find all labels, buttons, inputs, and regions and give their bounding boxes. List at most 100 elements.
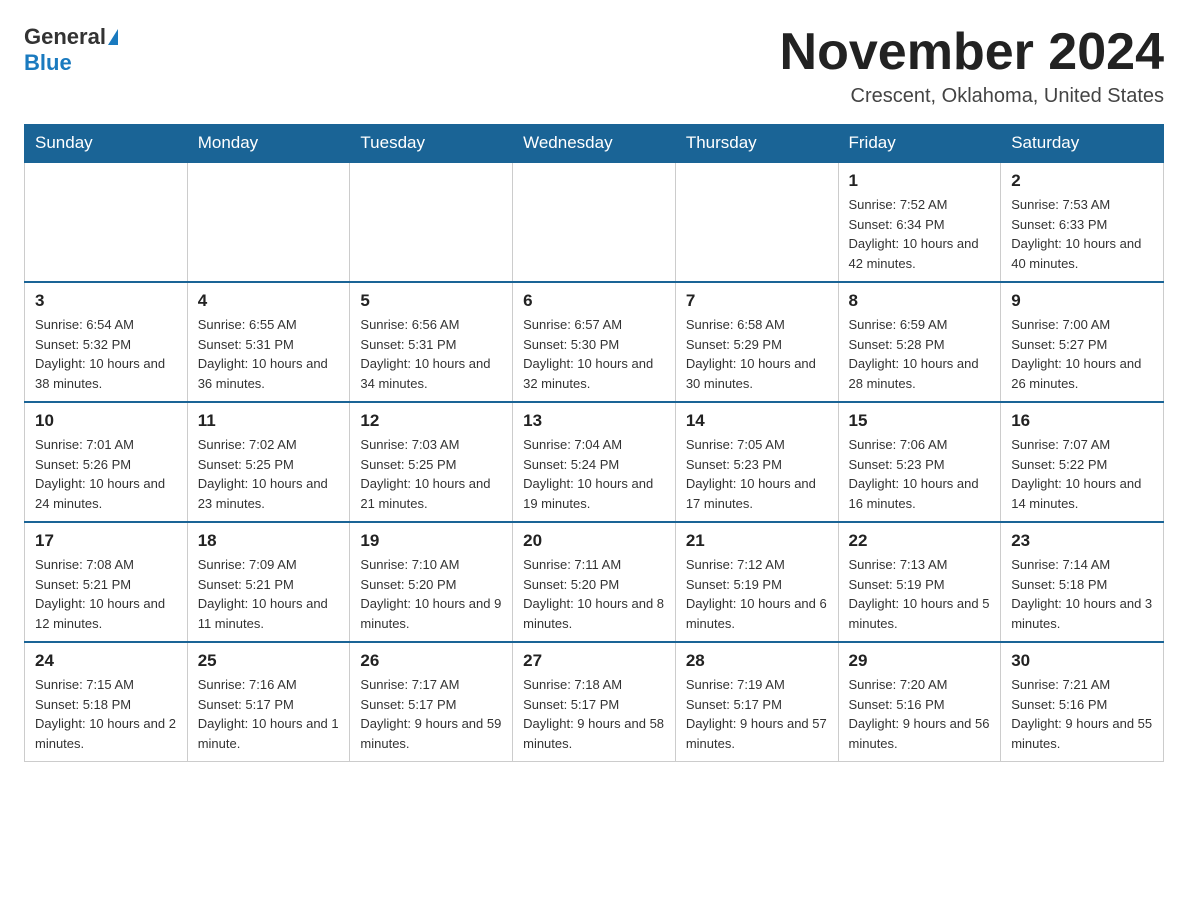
calendar-cell-30: 30 Sunrise: 7:21 AMSunset: 5:16 PMDayligh… <box>1001 642 1164 762</box>
day-number: 9 <box>1011 291 1153 311</box>
day-number: 11 <box>198 411 340 431</box>
day-info: Sunrise: 7:16 AMSunset: 5:17 PMDaylight:… <box>198 675 340 753</box>
week-row-4: 17 Sunrise: 7:08 AMSunset: 5:21 PMDayligh… <box>25 522 1164 642</box>
day-info: Sunrise: 7:20 AMSunset: 5:16 PMDaylight:… <box>849 675 991 753</box>
day-info: Sunrise: 7:18 AMSunset: 5:17 PMDaylight:… <box>523 675 665 753</box>
calendar-cell-1: 1 Sunrise: 7:52 AMSunset: 6:34 PMDaylight… <box>838 162 1001 282</box>
day-number: 2 <box>1011 171 1153 191</box>
day-info: Sunrise: 6:58 AMSunset: 5:29 PMDaylight:… <box>686 315 828 393</box>
calendar-cell-24: 24 Sunrise: 7:15 AMSunset: 5:18 PMDayligh… <box>25 642 188 762</box>
month-title: November 2024 <box>780 24 1164 81</box>
calendar-cell-9: 9 Sunrise: 7:00 AMSunset: 5:27 PMDaylight… <box>1001 282 1164 402</box>
weekday-header-sunday: Sunday <box>25 125 188 163</box>
calendar-cell-10: 10Sunrise: 7:01 AMSunset: 5:26 PMDayligh… <box>25 402 188 522</box>
calendar-table: SundayMondayTuesdayWednesdayThursdayFrid… <box>24 124 1164 762</box>
day-info: Sunrise: 6:59 AMSunset: 5:28 PMDaylight:… <box>849 315 991 393</box>
day-info: Sunrise: 7:53 AMSunset: 6:33 PMDaylight:… <box>1011 195 1153 273</box>
calendar-cell-23: 23Sunrise: 7:14 AMSunset: 5:18 PMDayligh… <box>1001 522 1164 642</box>
day-number: 17 <box>35 531 177 551</box>
weekday-header-row: SundayMondayTuesdayWednesdayThursdayFrid… <box>25 125 1164 163</box>
day-number: 7 <box>686 291 828 311</box>
day-number: 22 <box>849 531 991 551</box>
day-number: 28 <box>686 651 828 671</box>
day-info: Sunrise: 7:02 AMSunset: 5:25 PMDaylight:… <box>198 435 340 513</box>
calendar-cell-17: 17 Sunrise: 7:08 AMSunset: 5:21 PMDayligh… <box>25 522 188 642</box>
day-number: 20 <box>523 531 665 551</box>
week-row-5: 24 Sunrise: 7:15 AMSunset: 5:18 PMDayligh… <box>25 642 1164 762</box>
day-info: Sunrise: 7:13 AMSunset: 5:19 PMDaylight:… <box>849 555 991 633</box>
weekday-header-monday: Monday <box>187 125 350 163</box>
calendar-cell-6: 6Sunrise: 6:57 AMSunset: 5:30 PMDaylight… <box>513 282 676 402</box>
day-info: Sunrise: 7:05 AMSunset: 5:23 PMDaylight:… <box>686 435 828 513</box>
day-info: Sunrise: 7:08 AMSunset: 5:21 PMDaylight:… <box>35 555 177 633</box>
week-row-1: 1 Sunrise: 7:52 AMSunset: 6:34 PMDaylight… <box>25 162 1164 282</box>
day-number: 13 <box>523 411 665 431</box>
calendar-cell-22: 22 Sunrise: 7:13 AMSunset: 5:19 PMDayligh… <box>838 522 1001 642</box>
calendar-cell-2: 2 Sunrise: 7:53 AMSunset: 6:33 PMDaylight… <box>1001 162 1164 282</box>
calendar-cell-8: 8 Sunrise: 6:59 AMSunset: 5:28 PMDaylight… <box>838 282 1001 402</box>
day-number: 24 <box>35 651 177 671</box>
calendar-cell-20: 20 Sunrise: 7:11 AMSunset: 5:20 PMDayligh… <box>513 522 676 642</box>
logo: General Blue <box>24 24 118 76</box>
day-number: 23 <box>1011 531 1153 551</box>
calendar-cell-14: 14 Sunrise: 7:05 AMSunset: 5:23 PMDayligh… <box>675 402 838 522</box>
calendar-cell-27: 27Sunrise: 7:18 AMSunset: 5:17 PMDayligh… <box>513 642 676 762</box>
weekday-header-wednesday: Wednesday <box>513 125 676 163</box>
logo-blue-text: Blue <box>24 50 72 76</box>
day-info: Sunrise: 7:11 AMSunset: 5:20 PMDaylight:… <box>523 555 665 633</box>
calendar-cell-28: 28 Sunrise: 7:19 AMSunset: 5:17 PMDayligh… <box>675 642 838 762</box>
calendar-cell-19: 19 Sunrise: 7:10 AMSunset: 5:20 PMDayligh… <box>350 522 513 642</box>
week-row-3: 10Sunrise: 7:01 AMSunset: 5:26 PMDayligh… <box>25 402 1164 522</box>
day-number: 15 <box>849 411 991 431</box>
day-info: Sunrise: 7:19 AMSunset: 5:17 PMDaylight:… <box>686 675 828 753</box>
calendar-cell-15: 15 Sunrise: 7:06 AMSunset: 5:23 PMDayligh… <box>838 402 1001 522</box>
weekday-header-saturday: Saturday <box>1001 125 1164 163</box>
logo-general-text: General <box>24 24 106 50</box>
day-number: 14 <box>686 411 828 431</box>
day-number: 8 <box>849 291 991 311</box>
day-info: Sunrise: 7:17 AMSunset: 5:17 PMDaylight:… <box>360 675 502 753</box>
day-info: Sunrise: 6:54 AMSunset: 5:32 PMDaylight:… <box>35 315 177 393</box>
day-number: 26 <box>360 651 502 671</box>
weekday-header-friday: Friday <box>838 125 1001 163</box>
calendar-cell-empty-1 <box>187 162 350 282</box>
day-number: 1 <box>849 171 991 191</box>
day-number: 30 <box>1011 651 1153 671</box>
calendar-cell-25: 25Sunrise: 7:16 AMSunset: 5:17 PMDayligh… <box>187 642 350 762</box>
calendar-cell-empty-4 <box>675 162 838 282</box>
weekday-header-thursday: Thursday <box>675 125 838 163</box>
day-number: 21 <box>686 531 828 551</box>
day-info: Sunrise: 7:52 AMSunset: 6:34 PMDaylight:… <box>849 195 991 273</box>
day-info: Sunrise: 7:07 AMSunset: 5:22 PMDaylight:… <box>1011 435 1153 513</box>
day-info: Sunrise: 7:10 AMSunset: 5:20 PMDaylight:… <box>360 555 502 633</box>
day-info: Sunrise: 7:21 AMSunset: 5:16 PMDaylight:… <box>1011 675 1153 753</box>
day-number: 29 <box>849 651 991 671</box>
day-info: Sunrise: 7:06 AMSunset: 5:23 PMDaylight:… <box>849 435 991 513</box>
title-block: November 2024 Crescent, Oklahoma, United… <box>780 24 1164 108</box>
calendar-cell-21: 21 Sunrise: 7:12 AMSunset: 5:19 PMDayligh… <box>675 522 838 642</box>
day-number: 3 <box>35 291 177 311</box>
calendar-cell-11: 11 Sunrise: 7:02 AMSunset: 5:25 PMDayligh… <box>187 402 350 522</box>
day-info: Sunrise: 6:56 AMSunset: 5:31 PMDaylight:… <box>360 315 502 393</box>
day-info: Sunrise: 7:15 AMSunset: 5:18 PMDaylight:… <box>35 675 177 753</box>
page-header: General Blue November 2024 Crescent, Okl… <box>24 24 1164 108</box>
calendar-cell-16: 16 Sunrise: 7:07 AMSunset: 5:22 PMDayligh… <box>1001 402 1164 522</box>
day-number: 18 <box>198 531 340 551</box>
calendar-cell-7: 7 Sunrise: 6:58 AMSunset: 5:29 PMDaylight… <box>675 282 838 402</box>
day-number: 10 <box>35 411 177 431</box>
day-info: Sunrise: 7:03 AMSunset: 5:25 PMDaylight:… <box>360 435 502 513</box>
day-info: Sunrise: 7:12 AMSunset: 5:19 PMDaylight:… <box>686 555 828 633</box>
day-number: 19 <box>360 531 502 551</box>
calendar-cell-29: 29 Sunrise: 7:20 AMSunset: 5:16 PMDayligh… <box>838 642 1001 762</box>
day-info: Sunrise: 7:00 AMSunset: 5:27 PMDaylight:… <box>1011 315 1153 393</box>
day-number: 16 <box>1011 411 1153 431</box>
day-info: Sunrise: 7:04 AMSunset: 5:24 PMDaylight:… <box>523 435 665 513</box>
calendar-cell-13: 13 Sunrise: 7:04 AMSunset: 5:24 PMDayligh… <box>513 402 676 522</box>
day-info: Sunrise: 6:55 AMSunset: 5:31 PMDaylight:… <box>198 315 340 393</box>
weekday-header-tuesday: Tuesday <box>350 125 513 163</box>
calendar-cell-12: 12Sunrise: 7:03 AMSunset: 5:25 PMDayligh… <box>350 402 513 522</box>
calendar-cell-empty-2 <box>350 162 513 282</box>
calendar-cell-5: 5Sunrise: 6:56 AMSunset: 5:31 PMDaylight… <box>350 282 513 402</box>
calendar-cell-26: 26 Sunrise: 7:17 AMSunset: 5:17 PMDayligh… <box>350 642 513 762</box>
day-info: Sunrise: 7:09 AMSunset: 5:21 PMDaylight:… <box>198 555 340 633</box>
